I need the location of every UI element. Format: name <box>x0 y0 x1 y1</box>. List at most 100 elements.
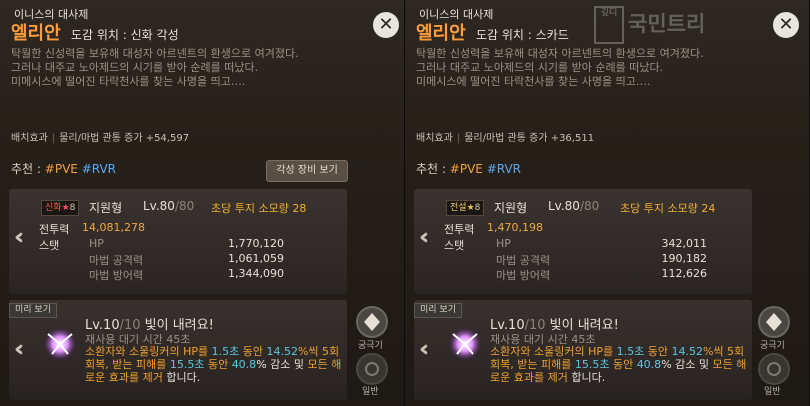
soul-description: 탁월한 신성력을 보유해 대성자 아르넨트의 환생으로 여겨졌다. 그러나 대주… <box>416 47 704 89</box>
recommend-tags: 추천 : #PVE #RVR <box>11 160 116 177</box>
watermark-logo: 깊디 <box>594 6 624 44</box>
desc-part: 40.8 <box>231 358 257 371</box>
soul-detail-panel-right: ✕ 이니스의 대사제 엘리안 도감 위치 : 스카드 탁월한 신성력을 보유해 … <box>405 0 810 406</box>
ultimate-label: 궁극기 <box>760 341 785 351</box>
chevron-left-icon[interactable]: ‹‹ <box>14 337 25 362</box>
description-line: 미메시스에 떨어진 타락천사를 찾는 사명을 띄고…. <box>416 75 651 88</box>
chevron-left-icon[interactable]: ‹‹ <box>419 337 430 362</box>
placement-value: 물리/마법 관통 증가 +54,597 <box>59 133 190 144</box>
normal-label: 일반 <box>362 387 379 397</box>
soul-detail-panel-left: ✕ 이니스의 대사제 엘리안 도감 위치 : 신화 각성 탁월한 신성력을 보유… <box>0 0 405 406</box>
skill-description: 소환자와 소울링커의 HP를 1.5초 동안 14.52%씩 5회 회복, 받는… <box>490 345 750 384</box>
stat-row: HP 342,011 <box>496 237 707 250</box>
stat-name: 마법 방어력 <box>496 269 551 282</box>
stat-row: 마법 공격력 190,182 <box>496 252 707 268</box>
stat-name: HP <box>89 237 104 250</box>
star-icon: ★ <box>466 203 475 213</box>
stat-row: 마법 방어력 1,344,090 <box>89 267 284 283</box>
stat-value: 112,626 <box>661 267 708 280</box>
stat-label: 스탯 <box>39 239 60 252</box>
soul-type: 지원형 <box>494 201 528 215</box>
placement-effect: 배치효과 | 물리/마법 관통 증가 +36,511 <box>416 133 595 144</box>
description-line: 그러나 대주교 노아제드의 시기를 받아 순례를 떠났다. <box>11 61 259 74</box>
stat-label: 스탯 <box>444 239 465 252</box>
skill-description: 소환자와 소울링커의 HP를 1.5초 동안 14.52%씩 5회 회복, 받는… <box>85 345 345 384</box>
soul-type: 지원형 <box>89 201 123 215</box>
stat-value: 342,011 <box>661 237 708 250</box>
desc-part: 1.5초 <box>211 345 240 358</box>
ultimate-skill-button[interactable] <box>356 306 388 338</box>
level-max: /80 <box>174 199 195 213</box>
ultimate-skill-button[interactable] <box>758 306 790 338</box>
desc-part: 소환자와 소울링커의 HP를 <box>85 345 212 358</box>
tag-pve[interactable]: #PVE <box>45 162 78 176</box>
tag-pve[interactable]: #PVE <box>450 162 483 176</box>
close-button[interactable]: ✕ <box>373 12 399 38</box>
ultimate-label: 궁극기 <box>358 341 383 351</box>
combat-power-label: 전투력 <box>39 223 70 236</box>
preview-button[interactable]: 미리 보기 <box>9 303 57 318</box>
chevron-left-icon[interactable]: ‹‹ <box>14 225 25 250</box>
soul-level: Lv.80/80 <box>143 199 194 213</box>
skill-box: 미리 보기 ‹‹ Lv.10/10 빛이 내려요! 재사용 대기 시간 45초 … <box>414 300 752 400</box>
stat-box: ‹‹ 신화★8 지원형 Lv.80/80 초당 투지 소모량 28 전투력 14… <box>9 189 347 294</box>
normal-label: 일반 <box>764 387 781 397</box>
desc-part: 1.5초 <box>616 345 645 358</box>
swirl-icon <box>365 362 379 376</box>
soul-name: 엘리안 <box>11 23 61 44</box>
diamond-icon <box>364 313 380 331</box>
stat-value: 1,344,090 <box>228 267 284 280</box>
stat-row: 마법 공격력 1,061,059 <box>89 252 284 268</box>
normal-skill-button[interactable] <box>356 353 388 385</box>
desc-part: 14.52 <box>266 345 298 358</box>
grade-badge: 신화★8 <box>41 200 80 216</box>
combat-power-value: 14,081,278 <box>82 221 145 234</box>
desc-part: 15.5초 <box>169 358 205 371</box>
stat-value: 1,061,059 <box>228 252 284 265</box>
desc-part: 합니다. <box>567 371 606 384</box>
soul-level: Lv.80/80 <box>548 199 599 213</box>
level-value: Lv.80 <box>548 199 580 213</box>
desc-part: % 감소 및 <box>256 358 308 371</box>
desc-part: 소환자와 소울링커의 HP를 <box>490 345 617 358</box>
placement-value: 물리/마법 관통 증가 +36,511 <box>464 133 595 144</box>
angel-wing-skill-icon <box>448 327 482 361</box>
placement-effect: 배치효과 | 물리/마법 관통 증가 +54,597 <box>11 133 190 144</box>
soul-name: 엘리안 <box>416 23 466 44</box>
awaken-gear-button[interactable]: 각성 장비 보기 <box>266 160 348 182</box>
placement-label: 배치효과 <box>416 133 453 144</box>
grade-number: 8 <box>69 203 76 213</box>
grade-word: 전설 <box>450 203 467 213</box>
normal-skill-button[interactable] <box>758 353 790 385</box>
desc-part: 15.5초 <box>574 358 610 371</box>
stat-row: 마법 방어력 112,626 <box>496 267 707 283</box>
stat-name: 마법 공격력 <box>89 254 144 267</box>
desc-part: 동안 <box>644 345 672 358</box>
recommend-label: 추천 : <box>11 162 41 176</box>
desc-part: 동안 <box>204 358 232 371</box>
watermark-text: 국민트리 <box>628 12 706 36</box>
chevron-left-icon[interactable]: ‹‹ <box>419 225 430 250</box>
recommend-label: 추천 : <box>416 162 446 176</box>
tag-rvr[interactable]: #RVR <box>487 162 521 176</box>
desc-part: 합니다. <box>162 371 201 384</box>
description-line: 미메시스에 떨어진 타락천사를 찾는 사명을 띄고…. <box>11 75 246 88</box>
codex-location: 도감 위치 : 스카드 <box>476 28 569 42</box>
stat-row: HP 1,770,120 <box>89 237 284 250</box>
combat-power-value: 1,470,198 <box>487 221 543 234</box>
combat-power-label: 전투력 <box>444 223 475 236</box>
preview-button[interactable]: 미리 보기 <box>414 303 462 318</box>
level-max: /80 <box>579 199 600 213</box>
desc-part: 40.8 <box>636 358 662 371</box>
stat-name: 마법 공격력 <box>496 254 551 267</box>
stat-name: 마법 방어력 <box>89 269 144 282</box>
stat-value: 1,770,120 <box>228 237 284 250</box>
swirl-icon <box>767 362 781 376</box>
description-line: 그러나 대주교 노아제드의 시기를 받아 순례를 떠났다. <box>416 61 664 74</box>
tag-rvr[interactable]: #RVR <box>82 162 116 176</box>
level-value: Lv.80 <box>143 199 175 213</box>
recommend-tags: 추천 : #PVE #RVR <box>416 160 521 177</box>
stat-value: 190,182 <box>661 252 708 265</box>
angel-wing-skill-icon <box>43 327 77 361</box>
close-button[interactable]: ✕ <box>773 12 799 38</box>
